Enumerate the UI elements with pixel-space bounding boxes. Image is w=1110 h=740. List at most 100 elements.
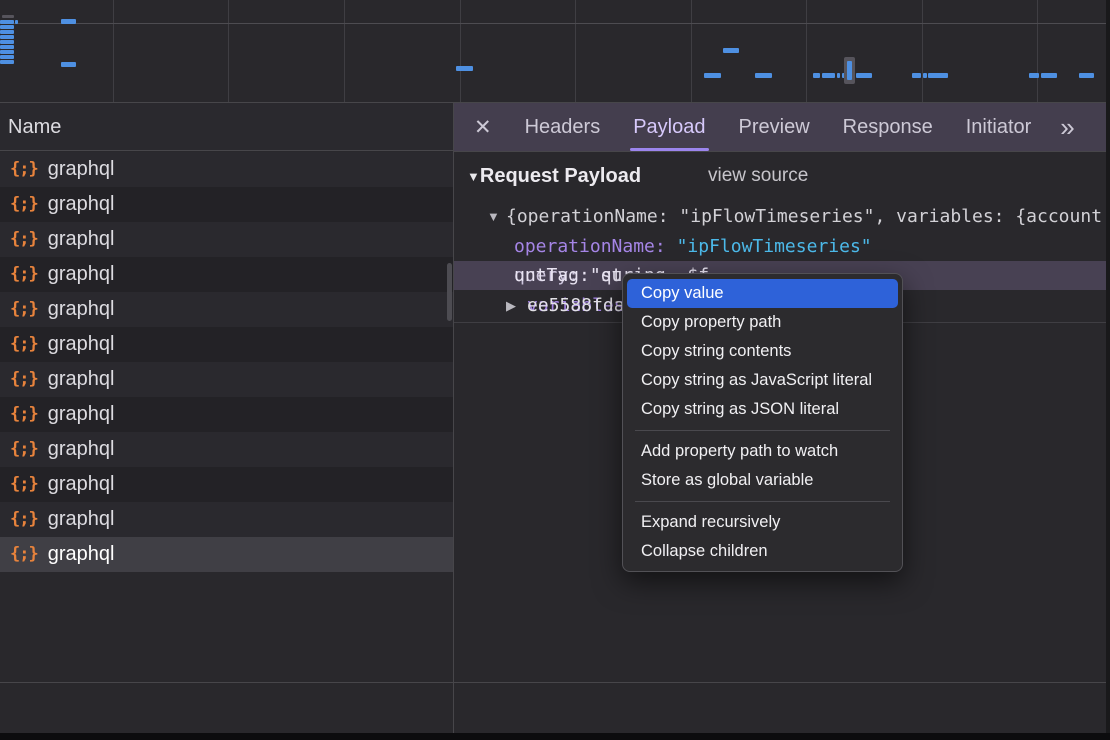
timeline-bar-gray bbox=[2, 15, 14, 18]
timeline-gridline bbox=[922, 0, 923, 102]
payload-object-row[interactable]: ▼ {operationName: "ipFlowTimeseries", va… bbox=[454, 202, 1110, 231]
more-tabs-icon[interactable]: » bbox=[1060, 103, 1074, 152]
menu-item-add-property-path-to-watch[interactable]: Add property path to watch bbox=[627, 437, 898, 466]
timeline-bar bbox=[813, 73, 820, 78]
timeline-bar bbox=[928, 73, 948, 78]
request-list-panel: Name {;}graphql{;}graphql{;}graphql{;}gr… bbox=[0, 103, 453, 740]
request-row[interactable]: {;} graphql bbox=[0, 397, 453, 432]
request-name: graphql bbox=[48, 327, 115, 362]
timeline-bar bbox=[0, 60, 14, 64]
request-name: graphql bbox=[48, 397, 115, 432]
operation-name-row[interactable]: operationName: "ipFlowTimeseries" bbox=[454, 232, 1110, 261]
timeline-bar bbox=[0, 20, 14, 24]
name-column-header[interactable]: Name bbox=[0, 103, 453, 151]
request-row[interactable]: {;}graphql bbox=[0, 222, 453, 257]
menu-divider bbox=[635, 501, 890, 502]
timeline-bar bbox=[0, 55, 14, 59]
json-request-icon: {;} bbox=[10, 327, 38, 362]
timeline-bar bbox=[61, 62, 76, 67]
timeline-bar bbox=[822, 73, 835, 78]
timeline-gridline bbox=[691, 0, 692, 102]
timeline-bar bbox=[1079, 73, 1094, 78]
timeline-bar bbox=[0, 40, 14, 44]
timeline-bar bbox=[0, 35, 14, 39]
expand-triangle-icon[interactable]: ▶ bbox=[506, 291, 516, 321]
network-overview-timeline[interactable] bbox=[0, 0, 1110, 103]
request-row[interactable]: {;}graphql bbox=[0, 292, 453, 327]
tab-payload[interactable]: Payload bbox=[633, 103, 705, 152]
property-value: "ipFlowTimeseries" bbox=[677, 236, 872, 257]
request-name: graphql bbox=[48, 502, 115, 537]
json-request-icon: {;} bbox=[10, 187, 38, 222]
menu-item-copy-string-as-javascript-literal[interactable]: Copy string as JavaScript literal bbox=[627, 366, 898, 395]
menu-item-copy-value[interactable]: Copy value bbox=[627, 279, 898, 308]
scrollbar-thumb[interactable] bbox=[447, 263, 452, 321]
timeline-bar bbox=[837, 73, 840, 78]
request-name: graphql bbox=[48, 432, 115, 467]
request-row[interactable]: {;} graphql bbox=[0, 502, 453, 537]
request-row[interactable]: {;}graphql bbox=[0, 257, 453, 292]
timeline-bar bbox=[704, 73, 721, 78]
json-request-icon: {;} bbox=[10, 257, 38, 292]
request-name: graphql bbox=[48, 537, 115, 572]
view-source-link[interactable]: view source bbox=[708, 162, 808, 190]
request-row[interactable]: {;} graphql bbox=[0, 327, 453, 362]
menu-item-expand-recursively[interactable]: Expand recursively bbox=[627, 508, 898, 537]
menu-item-copy-string-contents[interactable]: Copy string contents bbox=[627, 337, 898, 366]
timeline-bar bbox=[856, 73, 872, 78]
timeline-gridline bbox=[1037, 0, 1038, 102]
timeline-gridline bbox=[228, 0, 229, 102]
menu-item-store-as-global-variable[interactable]: Store as global variable bbox=[627, 466, 898, 495]
property-key: operationName: bbox=[514, 236, 666, 257]
timeline-gridline bbox=[113, 0, 114, 102]
json-request-icon: {;} bbox=[10, 222, 38, 257]
window-bottom-edge bbox=[0, 733, 1110, 740]
timeline-bar bbox=[1041, 73, 1057, 78]
request-row[interactable]: {;}graphql bbox=[0, 467, 453, 502]
request-list: {;} graphql {;} graphql {;} graphql {;} graphql… bbox=[0, 152, 453, 572]
request-row[interactable]: {;} graphql bbox=[0, 537, 453, 572]
json-request-icon: {;} bbox=[10, 397, 38, 432]
request-row[interactable]: {;}graphql bbox=[0, 152, 453, 187]
context-menu: Copy valueCopy property pathCopy string … bbox=[622, 273, 903, 572]
request-name: graphql bbox=[48, 292, 115, 327]
menu-item-copy-property-path[interactable]: Copy property path bbox=[627, 308, 898, 337]
json-request-icon: {;} bbox=[10, 152, 38, 187]
detail-tabs: Headers Payload Preview Response Initiator bbox=[525, 103, 1032, 152]
timeline-gridline bbox=[575, 0, 576, 102]
close-icon[interactable]: ✕ bbox=[474, 103, 492, 152]
menu-item-copy-string-as-json-literal[interactable]: Copy string as JSON literal bbox=[627, 395, 898, 424]
timeline-bar bbox=[0, 50, 14, 54]
menu-item-collapse-children[interactable]: Collapse children bbox=[627, 537, 898, 566]
panel-split-handle[interactable] bbox=[453, 103, 454, 733]
timeline-gridline bbox=[344, 0, 345, 102]
request-name: graphql bbox=[48, 187, 115, 222]
timeline-bar bbox=[61, 19, 76, 24]
collapse-triangle-icon[interactable]: ▼ bbox=[467, 169, 480, 184]
timeline-bar bbox=[0, 25, 14, 29]
menu-divider bbox=[635, 430, 890, 431]
tab-preview[interactable]: Preview bbox=[739, 103, 810, 152]
timeline-bar bbox=[755, 73, 772, 78]
detail-tabbar: ✕ Headers Payload Preview Response Initiator… bbox=[454, 103, 1110, 152]
section-title: Request Payload bbox=[480, 165, 641, 187]
object-preview-text: {operationName: "ipFlowTimeseries", vari… bbox=[506, 202, 1102, 231]
selected-request-marker-bar bbox=[847, 61, 852, 80]
request-row[interactable]: {;} graphql bbox=[0, 432, 453, 467]
json-request-icon: {;} bbox=[10, 502, 38, 537]
collapse-triangle-icon[interactable]: ▼ bbox=[487, 202, 500, 231]
timeline-bar bbox=[723, 48, 739, 53]
tab-response[interactable]: Response bbox=[843, 103, 933, 152]
json-request-icon: {;} bbox=[10, 362, 38, 397]
tab-headers[interactable]: Headers bbox=[525, 103, 601, 152]
request-row[interactable]: {;} graphql bbox=[0, 187, 453, 222]
json-request-icon: {;} bbox=[10, 432, 38, 467]
json-request-icon: {;} bbox=[10, 537, 38, 572]
tab-initiator[interactable]: Initiator bbox=[966, 103, 1032, 152]
timeline-bar bbox=[456, 66, 473, 71]
request-name: graphql bbox=[48, 362, 115, 397]
request-row[interactable]: {;} graphql bbox=[0, 362, 453, 397]
timeline-gridline bbox=[806, 0, 807, 102]
timeline-bar bbox=[0, 45, 14, 49]
timeline-bar bbox=[1029, 73, 1039, 78]
